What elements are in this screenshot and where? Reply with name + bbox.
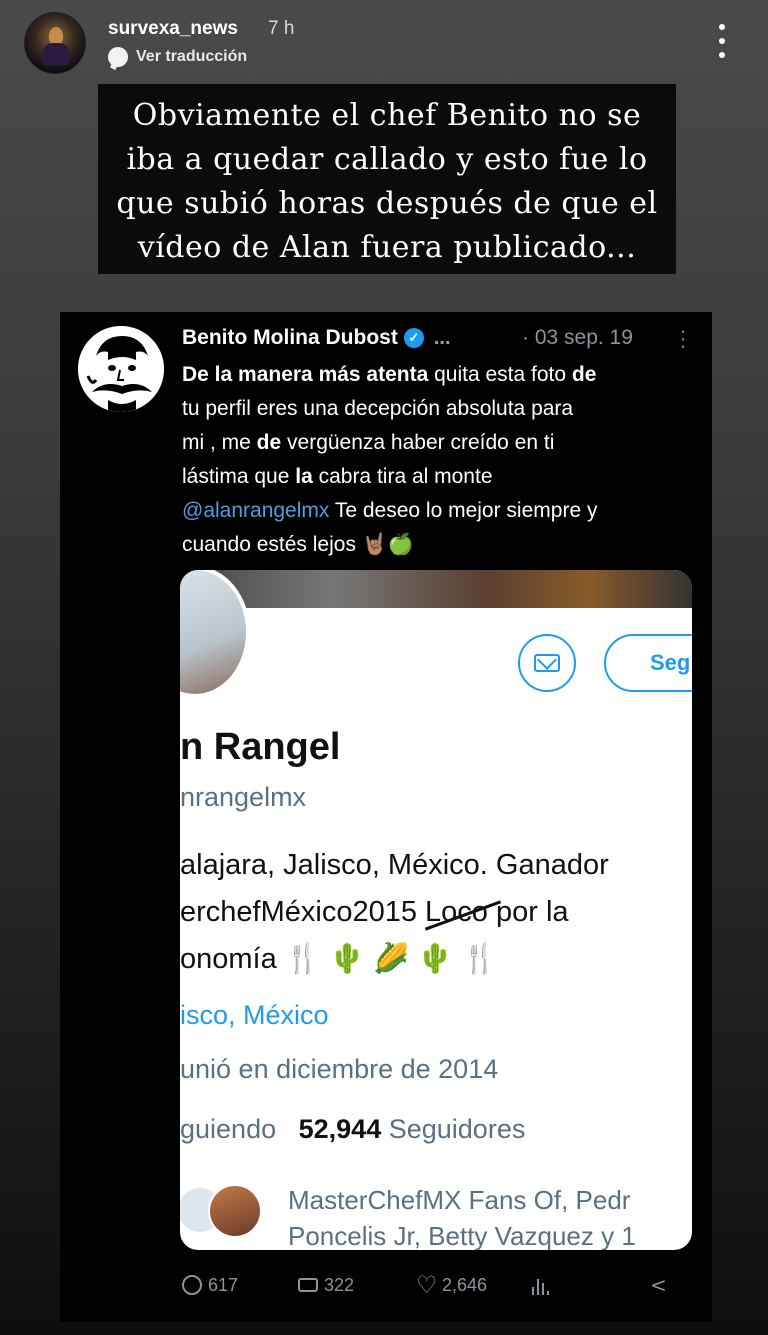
profile-joined: unió en diciembre de 2014 xyxy=(180,1054,499,1084)
avatar-figure-body xyxy=(43,43,69,65)
profile-name: n Rangel xyxy=(180,726,341,768)
mustache-portrait-icon xyxy=(78,326,164,412)
caption-line: iba a quedar callado y esto fue lo xyxy=(126,142,648,177)
translate-label: Ver traducción xyxy=(136,48,248,65)
profile-avatar[interactable] xyxy=(24,12,86,74)
caption-line: Obviamente el chef Benito no se xyxy=(132,98,642,133)
mail-icon xyxy=(534,654,560,672)
stats-button[interactable] xyxy=(532,1275,650,1295)
post-time: 7 h xyxy=(268,18,295,39)
username[interactable]: survexa_news xyxy=(108,18,238,40)
verified-icon: ✓ xyxy=(403,328,424,348)
follow-button: Seg xyxy=(604,634,692,692)
retweet-icon xyxy=(298,1278,318,1292)
story-caption: Obviamente el chef Benito no se iba a qu… xyxy=(98,84,676,274)
retweet-button[interactable]: 322 xyxy=(298,1275,416,1296)
reply-button[interactable]: 617 xyxy=(182,1275,298,1296)
followed-by: MasterChefMX Fans Of, Pedr Poncelis Jr, … xyxy=(288,1185,636,1250)
tweet-author-name: Benito Molina Dubost xyxy=(182,326,398,349)
tweet-text: De la manera más atenta quita esta foto … xyxy=(182,363,598,556)
profile-handle: nrangelmx xyxy=(180,782,307,812)
caption-line: vídeo de Alan fuera publicado... xyxy=(137,230,637,265)
heart-icon xyxy=(416,1271,438,1299)
tweet-card: Benito Molina Dubost ✓ ... · 03 sep. 19 … xyxy=(60,312,712,1322)
share-icon: < xyxy=(650,1273,667,1297)
share-button[interactable]: < xyxy=(650,1273,667,1297)
stats-icon xyxy=(532,1275,552,1295)
tweet-actions: 617 322 2,646 < xyxy=(182,1270,682,1300)
reply-icon xyxy=(182,1275,202,1295)
follower-avatar xyxy=(208,1184,262,1238)
tweet-author-avatar xyxy=(78,326,164,412)
profile-location: isco, México xyxy=(180,1000,329,1030)
profile-banner xyxy=(180,570,692,608)
profile-bio: alajara, Jalisco, México. Ganador erchef… xyxy=(180,849,609,975)
more-options-icon[interactable] xyxy=(712,24,732,58)
message-button xyxy=(518,634,576,692)
name-ellipsis: ... xyxy=(433,326,451,349)
like-count: 2,646 xyxy=(442,1274,488,1295)
tweet-more-icon[interactable]: ⋮ xyxy=(672,326,694,352)
retweet-count: 322 xyxy=(324,1274,355,1295)
profile-follow-counts: guiendo 52,944 Seguidores xyxy=(180,1114,526,1144)
tweet-author[interactable]: Benito Molina Dubost ✓ ... xyxy=(182,326,451,350)
mention-link[interactable]: @alanrangelmx xyxy=(182,499,329,522)
translate-button[interactable]: Ver traducción xyxy=(108,47,247,67)
tweet-date: · 03 sep. 19 xyxy=(522,326,633,349)
embedded-profile-screenshot[interactable]: Seg n Rangel nrangelmx alajara, Jalisco,… xyxy=(180,570,692,1250)
caption-line: que subió horas después de que el xyxy=(116,186,658,221)
like-button[interactable]: 2,646 xyxy=(416,1271,532,1299)
reply-count: 617 xyxy=(208,1274,239,1295)
translate-icon xyxy=(108,47,128,67)
struck-word: Loco xyxy=(425,896,488,928)
